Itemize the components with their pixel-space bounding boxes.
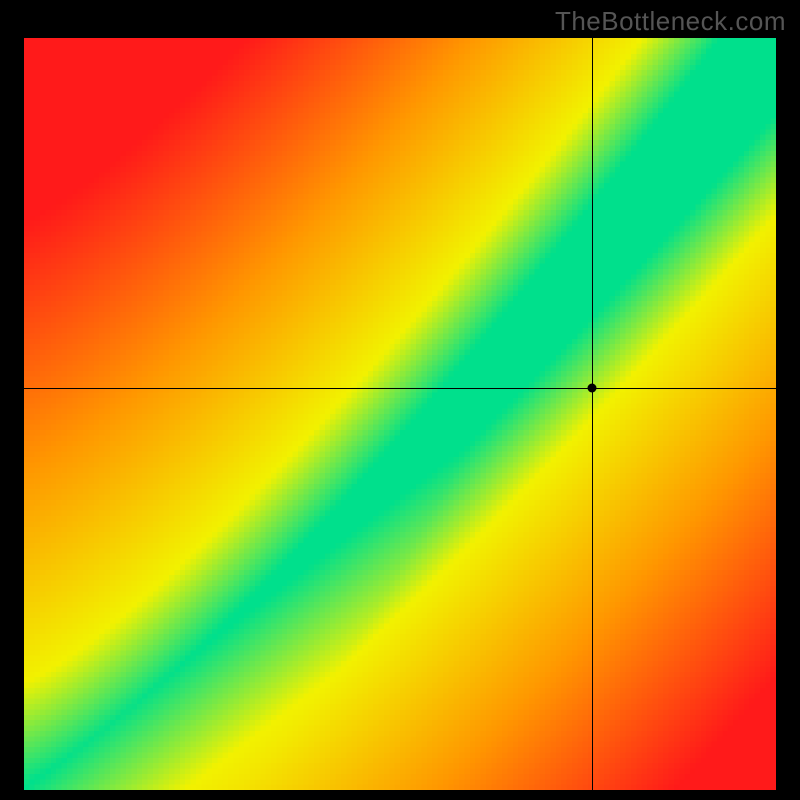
heatmap-canvas xyxy=(24,38,776,790)
crosshair-vertical xyxy=(592,38,593,790)
crosshair-horizontal xyxy=(24,388,776,389)
heatmap-plot xyxy=(24,38,776,790)
selection-marker xyxy=(587,383,596,392)
watermark-text: TheBottleneck.com xyxy=(555,6,786,37)
chart-container: TheBottleneck.com xyxy=(0,0,800,800)
